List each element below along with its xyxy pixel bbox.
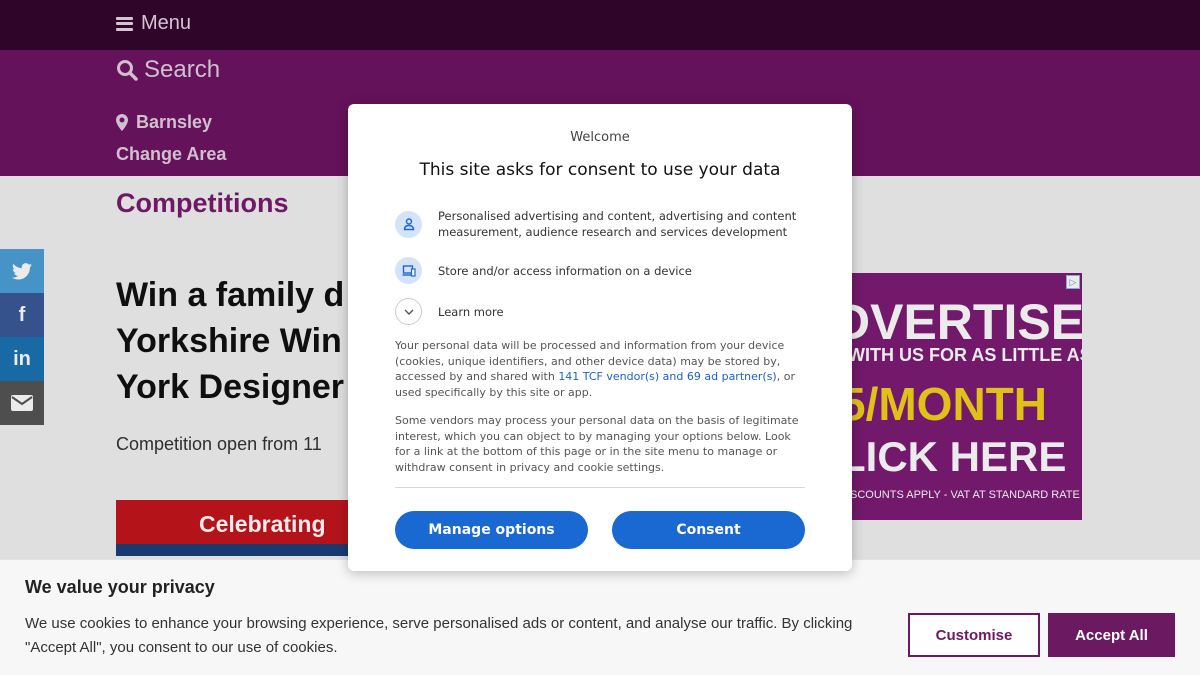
device-icon: [395, 257, 422, 284]
dialog-title: This site asks for consent to use your d…: [419, 160, 781, 180]
privacy-text: We use cookies to enhance your browsing …: [25, 615, 853, 656]
learn-more-toggle[interactable]: Learn more: [395, 298, 808, 325]
vendors-link[interactable]: 141 TCF vendor(s) and 69 ad partner(s): [558, 370, 776, 383]
purpose-item: Personalised advertising and content, ad…: [395, 208, 808, 240]
consent-dialog: Welcome This site asks for consent to us…: [348, 104, 852, 571]
chevron-down-icon[interactable]: [395, 298, 422, 325]
privacy-banner: We value your privacy We use cookies to …: [0, 559, 1200, 675]
customise-button[interactable]: Customise: [908, 613, 1040, 657]
purpose-item: Store and/or access information on a dev…: [395, 257, 808, 284]
legitimate-interest-paragraph: Some vendors may process your personal d…: [395, 414, 799, 474]
person-icon: [395, 210, 422, 238]
purpose-label: Personalised advertising and content, ad…: [438, 209, 797, 239]
consent-paragraph: Your personal data will be processed and…: [395, 339, 795, 399]
dialog-divider: [395, 487, 805, 488]
accept-all-button[interactable]: Accept All: [1048, 613, 1175, 657]
manage-options-button[interactable]: Manage options: [395, 511, 588, 549]
purpose-label: Store and/or access information on a dev…: [438, 263, 692, 278]
dialog-welcome: Welcome: [570, 130, 630, 145]
learn-more-label: Learn more: [438, 304, 504, 319]
privacy-title: We value your privacy: [25, 577, 215, 597]
consent-button[interactable]: Consent: [612, 511, 805, 549]
